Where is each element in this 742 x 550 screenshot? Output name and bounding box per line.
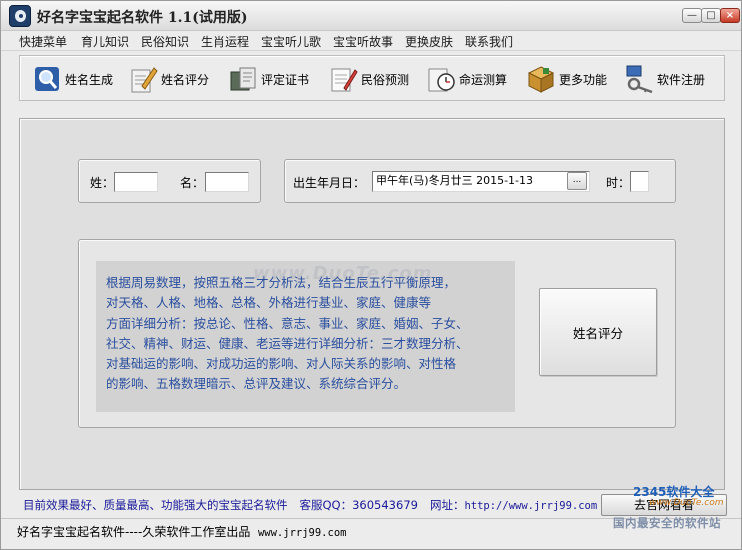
visit-website-button[interactable]: 去官网看看	[601, 494, 727, 516]
toolbar-certificate[interactable]: 评定证书	[228, 62, 309, 96]
app-window: 好名字宝宝起名软件 1.1(试用版) — □ × 快捷菜单 育儿知识 民俗知识 …	[0, 0, 742, 550]
surname-input[interactable]	[114, 172, 158, 192]
toolbar-register[interactable]: 软件注册	[624, 62, 705, 96]
window-title: 好名字宝宝起名软件 1.1(试用版)	[37, 10, 248, 26]
status-url: www.jrrj99.com	[257, 527, 347, 539]
given-name-label: 名：	[180, 176, 205, 190]
date-picker-button[interactable]: ...	[567, 172, 587, 190]
toolbar-name-generate[interactable]: 姓名生成	[32, 62, 113, 96]
menu-item-change-skin[interactable]: 更换皮肤	[405, 33, 453, 50]
status-text: 好名字宝宝起名软件----久荣软件工作室出品 www.jrrj99.com	[17, 523, 346, 540]
menu-item-parenting[interactable]: 育儿知识	[81, 33, 129, 50]
app-logo-icon	[9, 5, 31, 27]
description-box: 根据周易数理，按照五格三才分析法，结合生辰五行平衡原理， 对天格、人格、地格、总…	[96, 261, 515, 412]
status-credit: 好名字宝宝起名软件----久荣软件工作室出品	[17, 525, 251, 539]
maximize-button[interactable]: □	[701, 8, 721, 23]
minimize-button[interactable]: —	[682, 8, 702, 23]
menu-item-quick-menu[interactable]: 快捷菜单	[19, 33, 67, 50]
name-input-group: 姓： 名：	[78, 159, 261, 203]
birth-hour-label: 时：	[606, 176, 631, 190]
close-button[interactable]: ×	[720, 8, 740, 23]
footer-slogan: 目前效果最好、质量最高、功能强大的宝宝起名软件	[23, 498, 288, 512]
footer-info: 目前效果最好、质量最高、功能强大的宝宝起名软件 客服QQ：360543679 网址：…	[23, 497, 597, 513]
title-bar[interactable]: 好名字宝宝起名软件 1.1(试用版) — □ ×	[1, 1, 741, 31]
footer-qq: 客服QQ：360543679	[299, 498, 418, 512]
box-icon	[526, 64, 556, 94]
menu-item-zodiac[interactable]: 生肖运程	[201, 33, 249, 50]
birth-date-label: 出生年月日：	[293, 176, 366, 190]
birth-input-group: 出生年月日： 甲午年(马)冬月廿三 2015-1-13 ... 时：	[284, 159, 676, 203]
main-panel: 姓： 名： 出生年月日： 甲午年(马)冬月廿三 2015-1-13 ... 时：…	[19, 118, 725, 490]
given-name-input[interactable]	[205, 172, 249, 192]
status-bar: 好名字宝宝起名软件----久荣软件工作室出品 www.jrrj99.com	[1, 518, 741, 549]
toolbar-name-score[interactable]: 姓名评分	[128, 62, 209, 96]
toolbar-fate-calc[interactable]: 命运测算	[426, 62, 507, 96]
description-group: 根据周易数理，按照五格三才分析法，结合生辰五行平衡原理， 对天格、人格、地格、总…	[78, 239, 676, 428]
birth-date-field[interactable]: 甲午年(马)冬月廿三 2015-1-13	[372, 171, 590, 192]
menu-item-nursery-rhymes[interactable]: 宝宝听儿歌	[261, 33, 321, 50]
toolbar-folk-predict[interactable]: 民俗预测	[328, 62, 409, 96]
menu-item-stories[interactable]: 宝宝听故事	[333, 33, 393, 50]
name-score-button[interactable]: 姓名评分	[539, 288, 657, 376]
birth-hour-input[interactable]	[630, 171, 649, 192]
magnifier-icon	[32, 64, 62, 94]
menu-item-contact-us[interactable]: 联系我们	[465, 33, 513, 50]
menu-item-folk-knowledge[interactable]: 民俗知识	[141, 33, 189, 50]
description-text: 根据周易数理，按照五格三才分析法，结合生辰五行平衡原理， 对天格、人格、地格、总…	[106, 275, 469, 392]
toolbar: 姓名生成 姓名评分 评定证书 民俗预测 命运测算 更多功能 软件注册	[19, 55, 725, 101]
menu-bar: 快捷菜单 育儿知识 民俗知识 生肖运程 宝宝听儿歌 宝宝听故事 更换皮肤 联系我…	[1, 31, 741, 51]
surname-label: 姓：	[90, 176, 115, 190]
clock-icon	[426, 64, 456, 94]
toolbar-more-functions[interactable]: 更多功能	[526, 62, 607, 96]
keys-icon	[624, 64, 654, 94]
footer-site-label: 网址：	[429, 498, 465, 512]
notepad-pencil-icon	[328, 64, 358, 94]
certificate-icon	[228, 64, 258, 94]
footer-site-url[interactable]: http://www.jrrj99.com	[464, 500, 597, 512]
pen-document-icon	[128, 64, 158, 94]
